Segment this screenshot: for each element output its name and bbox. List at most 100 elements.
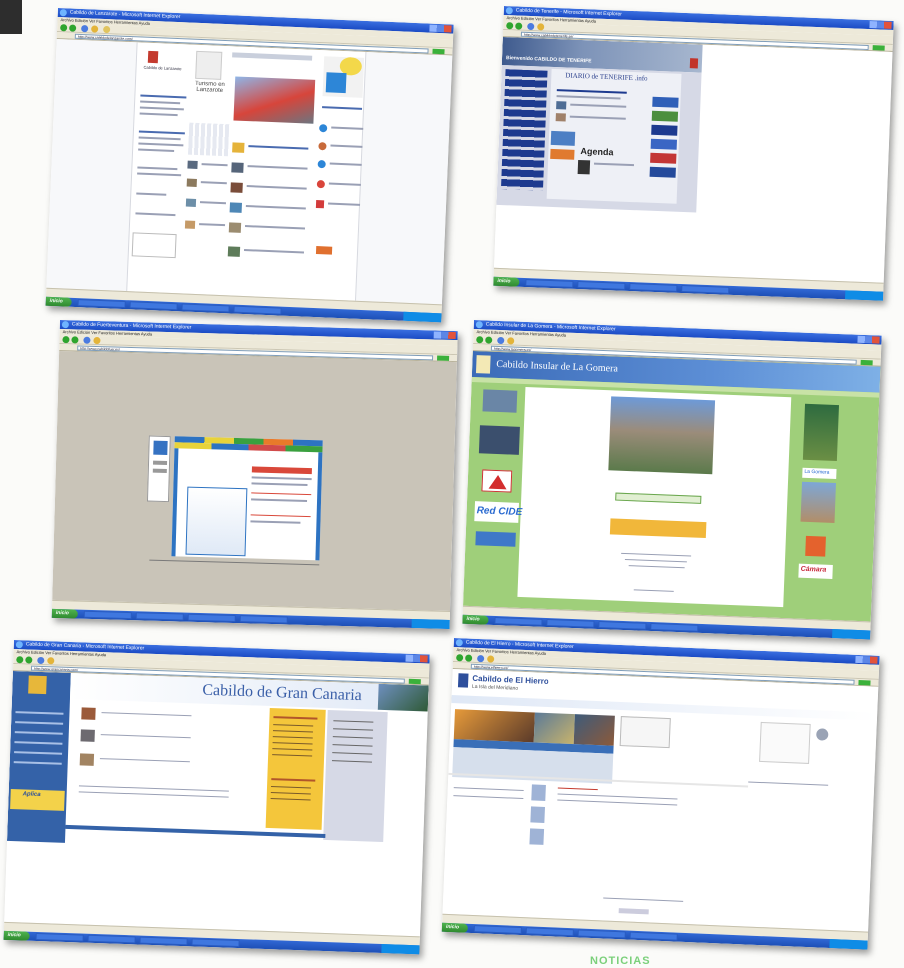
right-banner[interactable] — [805, 535, 826, 557]
taskbar-item[interactable] — [129, 301, 178, 311]
taskbar-item[interactable] — [87, 934, 136, 944]
taskbar-item[interactable] — [681, 285, 730, 294]
news-thumb[interactable] — [530, 806, 546, 823]
login-form[interactable] — [131, 232, 177, 259]
left-banner[interactable] — [482, 389, 518, 413]
system-tray[interactable] — [844, 290, 884, 301]
taskbar-item[interactable] — [35, 932, 84, 942]
taskbar-item[interactable] — [191, 938, 240, 948]
taskbar-item[interactable] — [650, 622, 699, 632]
fuerteventura-sidebar[interactable] — [146, 435, 171, 503]
system-tray[interactable] — [381, 944, 420, 955]
taskbar-item[interactable] — [83, 610, 132, 620]
taskbar-item[interactable] — [577, 929, 626, 939]
hierro-link-box[interactable] — [619, 716, 671, 749]
news-thumb[interactable] — [227, 246, 241, 257]
left-banner[interactable] — [478, 425, 520, 455]
taskbar-item[interactable] — [525, 927, 574, 937]
news-thumb[interactable] — [231, 162, 244, 173]
window-controls[interactable] — [857, 335, 880, 344]
news-thumb[interactable] — [79, 753, 95, 766]
forward-icon[interactable] — [71, 336, 79, 344]
taskbar-item[interactable] — [546, 619, 595, 628]
taskbar-item[interactable] — [494, 617, 543, 626]
system-tray[interactable] — [829, 938, 868, 950]
home-icon[interactable] — [93, 336, 101, 345]
banner-ad[interactable] — [550, 130, 576, 146]
system-tray[interactable] — [832, 628, 871, 640]
home-icon[interactable] — [537, 23, 545, 31]
tenerife-nav-menu[interactable] — [500, 69, 548, 191]
refresh-icon[interactable] — [477, 654, 485, 663]
window-controls[interactable] — [855, 655, 878, 664]
news-thumb[interactable] — [81, 707, 96, 720]
back-icon[interactable] — [456, 654, 464, 662]
hierro-photo-sunset[interactable] — [453, 709, 535, 743]
side-banner[interactable] — [651, 124, 678, 136]
taskbar-item[interactable] — [629, 283, 678, 292]
news-thumb[interactable] — [229, 202, 243, 213]
forward-icon[interactable] — [25, 656, 33, 664]
taskbar-item[interactable] — [577, 281, 626, 290]
left-banner[interactable] — [481, 469, 513, 493]
banner-ad[interactable] — [550, 148, 575, 160]
refresh-icon[interactable] — [83, 336, 91, 344]
forward-icon[interactable] — [69, 24, 77, 32]
refresh-icon[interactable] — [497, 336, 505, 345]
back-icon[interactable] — [62, 336, 70, 344]
back-icon[interactable] — [506, 22, 514, 30]
side-banner[interactable] — [652, 96, 679, 108]
home-icon[interactable] — [47, 657, 55, 665]
home-icon[interactable] — [487, 655, 495, 663]
refresh-icon[interactable] — [527, 22, 535, 31]
refresh-icon[interactable] — [37, 656, 45, 665]
system-tray[interactable] — [403, 311, 442, 323]
search-field[interactable] — [618, 908, 649, 915]
forward-icon[interactable] — [465, 654, 473, 662]
window-controls[interactable] — [405, 654, 428, 663]
start-button[interactable]: inicio — [45, 296, 72, 307]
taskbar-item[interactable] — [629, 931, 678, 941]
refresh-icon[interactable] — [81, 24, 89, 33]
side-banner[interactable] — [650, 152, 677, 164]
taskbar-item[interactable] — [135, 612, 184, 621]
taskbar-item[interactable] — [598, 621, 647, 630]
window-controls[interactable] — [869, 21, 892, 29]
gran-canaria-links-panel[interactable] — [265, 707, 326, 830]
taskbar-item[interactable] — [77, 299, 126, 309]
gran-canaria-right-panel[interactable] — [323, 709, 388, 843]
start-button[interactable]: inicio — [3, 930, 30, 941]
taskbar-item[interactable] — [181, 303, 230, 313]
taskbar-item[interactable] — [233, 305, 282, 315]
news-thumb[interactable] — [80, 729, 95, 742]
hierro-photo-coast[interactable] — [533, 712, 575, 745]
taskbar-item[interactable] — [139, 936, 188, 946]
right-banner[interactable] — [802, 403, 840, 462]
go-button[interactable] — [432, 48, 445, 55]
hierro-side-panel[interactable] — [759, 721, 811, 764]
start-button[interactable]: inicio — [493, 276, 520, 287]
accessibility-banner[interactable] — [322, 56, 365, 98]
news-thumb[interactable] — [529, 828, 545, 845]
start-button[interactable]: inicio — [51, 608, 78, 619]
home-icon[interactable] — [91, 25, 99, 33]
start-button[interactable]: inicio — [441, 922, 469, 933]
system-tray[interactable] — [411, 618, 450, 629]
forward-icon[interactable] — [515, 22, 523, 30]
window-controls[interactable] — [429, 24, 452, 33]
calendar-widget[interactable] — [187, 122, 230, 157]
start-button[interactable]: inicio — [462, 614, 489, 625]
left-banner[interactable] — [475, 531, 516, 547]
side-banner[interactable] — [651, 110, 679, 122]
back-icon[interactable] — [476, 336, 484, 344]
news-photo-fire-truck[interactable] — [233, 76, 316, 124]
news-thumb[interactable] — [230, 182, 243, 193]
gran-canaria-sidebar[interactable]: Aplica — [6, 670, 71, 843]
go-button[interactable] — [860, 359, 873, 366]
taskbar-item[interactable] — [525, 279, 574, 288]
go-button[interactable] — [408, 678, 421, 685]
news-thumb[interactable] — [228, 222, 242, 233]
back-icon[interactable] — [16, 656, 24, 664]
forward-icon[interactable] — [485, 336, 493, 344]
favorites-icon[interactable] — [102, 25, 111, 34]
